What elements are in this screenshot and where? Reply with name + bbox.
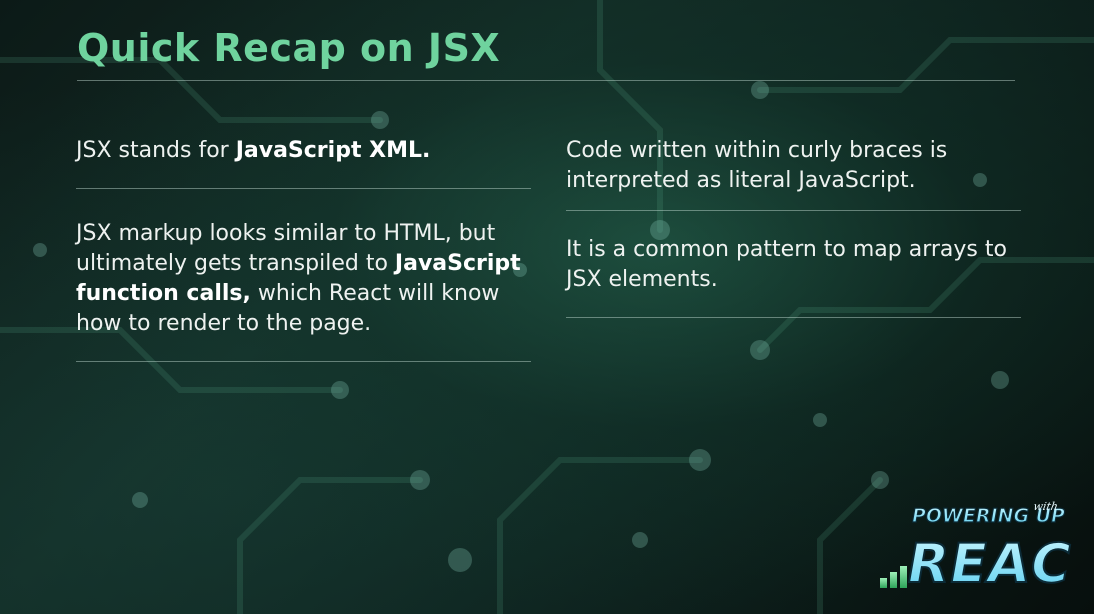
logo-line-react: REACT [902, 531, 1072, 595]
slide-title: Quick Recap on JSX [77, 26, 501, 70]
left-point-jsx-definition: JSX stands for JavaScript XML. [76, 136, 531, 166]
left-point1-text: JSX stands for [76, 138, 236, 163]
logo-line-with: with [1032, 500, 1059, 513]
powering-up-with-react-logo: POWERING UP with REACT [880, 500, 1072, 596]
left-point1-emphasis: JavaScript XML. [235, 138, 431, 163]
left-point-jsx-transpile: JSX markup looks similar to HTML, but ul… [76, 219, 531, 339]
left-column: JSX stands for JavaScript XML. JSX marku… [76, 136, 531, 362]
left-divider-2 [76, 361, 531, 362]
right-point-curly-braces: Code written within curly braces is inte… [566, 138, 948, 193]
title-divider [77, 80, 1015, 81]
right-column: Code written within curly braces is inte… [566, 136, 1021, 318]
right-divider-1 [566, 210, 1021, 211]
right-divider-2 [566, 317, 1021, 318]
left-divider-1 [76, 188, 531, 189]
right-point-map-arrays: It is a common pattern to map arrays to … [566, 237, 1007, 292]
